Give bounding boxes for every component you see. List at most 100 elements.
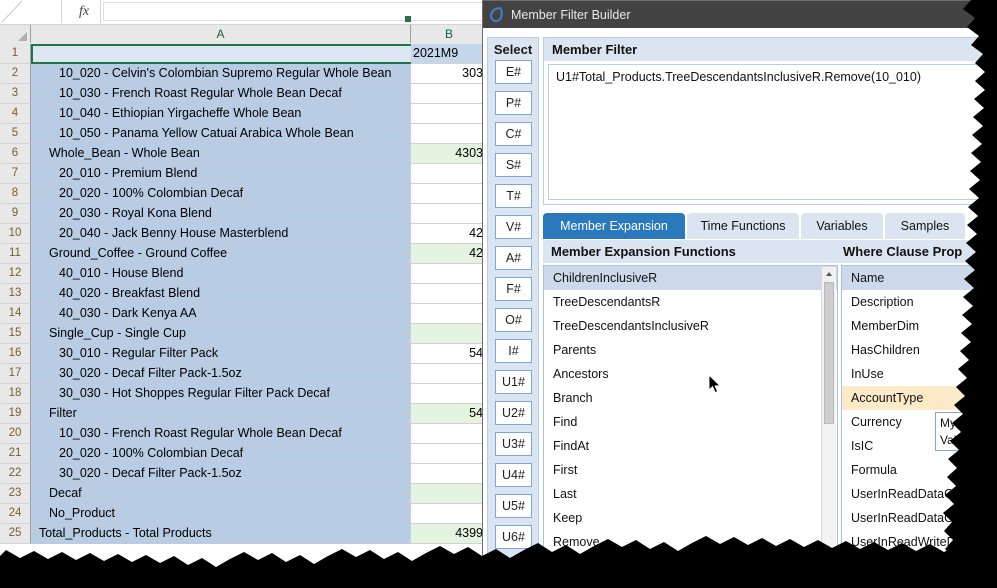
cell-b[interactable]: 4303 bbox=[411, 144, 488, 164]
table-row[interactable]: 5 10_050 - Panama Yellow Catuai Arabica W… bbox=[0, 124, 488, 144]
cell-b[interactable] bbox=[411, 444, 488, 464]
table-row[interactable]: 19 Filter 54 bbox=[0, 404, 488, 424]
list-item[interactable]: Remove bbox=[544, 530, 837, 554]
list-item[interactable]: MemberDim bbox=[842, 314, 996, 338]
cell-b[interactable]: 42 bbox=[411, 224, 488, 244]
cell-b[interactable] bbox=[411, 264, 488, 284]
row-header[interactable]: 7 bbox=[0, 164, 31, 184]
list-item[interactable]: UserInReadDataGrou bbox=[842, 506, 996, 530]
cell-b[interactable] bbox=[411, 104, 488, 124]
list-item[interactable]: Parents bbox=[544, 338, 837, 362]
select-button-s[interactable]: S# bbox=[495, 153, 532, 177]
table-row[interactable]: 17 30_020 - Decaf Filter Pack-1.5oz bbox=[0, 364, 488, 384]
cell-a[interactable]: 30_010 - Regular Filter Pack bbox=[31, 344, 411, 364]
select-button-u5[interactable]: U5# bbox=[495, 494, 532, 518]
row-header[interactable]: 6 bbox=[0, 144, 31, 164]
cell-a[interactable]: 20_020 - 100% Colombian Decaf bbox=[31, 444, 411, 464]
table-row[interactable]: 12 40_010 - House Blend bbox=[0, 264, 488, 284]
select-button-o[interactable]: O# bbox=[495, 308, 532, 332]
table-row[interactable]: 23 Decaf bbox=[0, 484, 488, 504]
select-button-u3[interactable]: U3# bbox=[495, 432, 532, 456]
cell-b[interactable] bbox=[411, 384, 488, 404]
fx-icon[interactable]: fx bbox=[72, 2, 96, 22]
row-header[interactable]: 20 bbox=[0, 424, 31, 444]
cell-a[interactable]: 10_030 - French Roast Regular Whole Bean… bbox=[31, 424, 411, 444]
member-filter-textarea[interactable]: U1#Total_Products.TreeDescendantsInclusi… bbox=[548, 64, 993, 200]
row-header[interactable]: 21 bbox=[0, 444, 31, 464]
table-row[interactable]: 1 2021M9 bbox=[0, 44, 488, 64]
select-button-u1[interactable]: U1# bbox=[495, 370, 532, 394]
cell-b[interactable] bbox=[411, 164, 488, 184]
cell-a[interactable]: Decaf bbox=[31, 484, 411, 504]
member-expansion-functions-list[interactable]: ChildrenInclusiveR TreeDescendantsR TreeDe… bbox=[543, 265, 838, 587]
cell-a[interactable] bbox=[31, 44, 411, 64]
table-row[interactable]: 9 20_030 - Royal Kona Blend bbox=[0, 204, 488, 224]
table-row[interactable]: 25 Total_Products - Total Products 4399 bbox=[0, 524, 488, 544]
list-item[interactable]: Name bbox=[842, 266, 996, 290]
cell-b[interactable] bbox=[411, 324, 488, 344]
row-header[interactable]: 15 bbox=[0, 324, 31, 344]
list-item[interactable]: Find bbox=[544, 410, 837, 434]
list-item[interactable]: Formula bbox=[842, 458, 996, 482]
list-item[interactable]: InUse bbox=[842, 362, 996, 386]
table-row[interactable]: 21 20_020 - 100% Colombian Decaf bbox=[0, 444, 488, 464]
tab-time-functions[interactable]: Time Functions bbox=[687, 213, 799, 239]
row-header[interactable]: 11 bbox=[0, 244, 31, 264]
row-header[interactable]: 9 bbox=[0, 204, 31, 224]
row-header[interactable]: 17 bbox=[0, 364, 31, 384]
cell-b[interactable] bbox=[411, 364, 488, 384]
scrollbar-thumb[interactable] bbox=[824, 282, 834, 424]
cell-b[interactable] bbox=[411, 304, 488, 324]
formula-input[interactable] bbox=[103, 2, 486, 21]
cell-b[interactable] bbox=[411, 284, 488, 304]
select-button-c[interactable]: C# bbox=[495, 122, 532, 146]
cell-a[interactable]: Filter bbox=[31, 404, 411, 424]
cell-b[interactable] bbox=[411, 484, 488, 504]
name-box[interactable] bbox=[0, 0, 62, 23]
cell-a[interactable]: 30_030 - Hot Shoppes Regular Filter Pack… bbox=[31, 384, 411, 404]
list-item[interactable]: Last bbox=[544, 482, 837, 506]
row-header[interactable]: 12 bbox=[0, 264, 31, 284]
cell-a[interactable]: 20_030 - Royal Kona Blend bbox=[31, 204, 411, 224]
row-header[interactable]: 14 bbox=[0, 304, 31, 324]
cell-b[interactable]: 54 bbox=[411, 344, 488, 364]
table-row[interactable]: 13 40_020 - Breakfast Blend bbox=[0, 284, 488, 304]
column-header-a[interactable]: A bbox=[31, 25, 411, 43]
cell-a[interactable]: Ground_Coffee - Ground Coffee bbox=[31, 244, 411, 264]
cell-a[interactable]: 10_050 - Panama Yellow Catuai Arabica Wh… bbox=[31, 124, 411, 144]
list-item[interactable]: Description bbox=[842, 290, 996, 314]
table-row[interactable]: 14 40_030 - Dark Kenya AA bbox=[0, 304, 488, 324]
row-header[interactable]: 2 bbox=[0, 64, 31, 84]
row-header[interactable]: 4 bbox=[0, 104, 31, 124]
table-row[interactable]: 22 30_020 - Decaf Filter Pack-1.5oz bbox=[0, 464, 488, 484]
row-header[interactable]: 10 bbox=[0, 224, 31, 244]
tab-member-expansion[interactable]: Member Expansion bbox=[543, 213, 685, 239]
cell-a[interactable]: 10_030 - French Roast Regular Whole Bean… bbox=[31, 84, 411, 104]
table-row[interactable]: 6 Whole_Bean - Whole Bean 4303 bbox=[0, 144, 488, 164]
table-row[interactable]: 18 30_030 - Hot Shoppes Regular Filter Pa… bbox=[0, 384, 488, 404]
table-row[interactable]: 7 20_010 - Premium Blend bbox=[0, 164, 488, 184]
cell-a[interactable]: 30_020 - Decaf Filter Pack-1.5oz bbox=[31, 464, 411, 484]
cell-a[interactable]: 10_020 - Celvin's Colombian Supremo Regu… bbox=[31, 64, 411, 84]
table-row[interactable]: 2 10_020 - Celvin's Colombian Supremo Reg… bbox=[0, 64, 488, 84]
table-row[interactable]: 16 30_010 - Regular Filter Pack 54 bbox=[0, 344, 488, 364]
row-header[interactable]: 13 bbox=[0, 284, 31, 304]
cell-b[interactable]: 2021M9 bbox=[411, 44, 488, 64]
scroll-up-arrow-icon[interactable] bbox=[822, 267, 836, 281]
select-button-v[interactable]: V# bbox=[495, 215, 532, 239]
cell-a[interactable]: Whole_Bean - Whole Bean bbox=[31, 144, 411, 164]
table-row[interactable]: 3 10_030 - French Roast Regular Whole Bea… bbox=[0, 84, 488, 104]
list-item[interactable]: TreeDescendantsR bbox=[544, 290, 837, 314]
tab-samples[interactable]: Samples bbox=[885, 213, 965, 239]
cell-b[interactable] bbox=[411, 424, 488, 444]
table-row[interactable]: 15 Single_Cup - Single Cup bbox=[0, 324, 488, 344]
list-item[interactable]: HasChildren bbox=[842, 338, 996, 362]
cell-b[interactable]: 42 bbox=[411, 244, 488, 264]
table-row[interactable]: 24 No_Product bbox=[0, 504, 488, 524]
cell-a[interactable]: No_Product bbox=[31, 504, 411, 524]
cell-a[interactable]: 40_010 - House Blend bbox=[31, 264, 411, 284]
row-header[interactable]: 24 bbox=[0, 504, 31, 524]
cell-a[interactable]: 20_040 - Jack Benny House Masterblend bbox=[31, 224, 411, 244]
list-item[interactable]: TreeDescendantsInclusiveR bbox=[544, 314, 837, 338]
row-header[interactable]: 18 bbox=[0, 384, 31, 404]
